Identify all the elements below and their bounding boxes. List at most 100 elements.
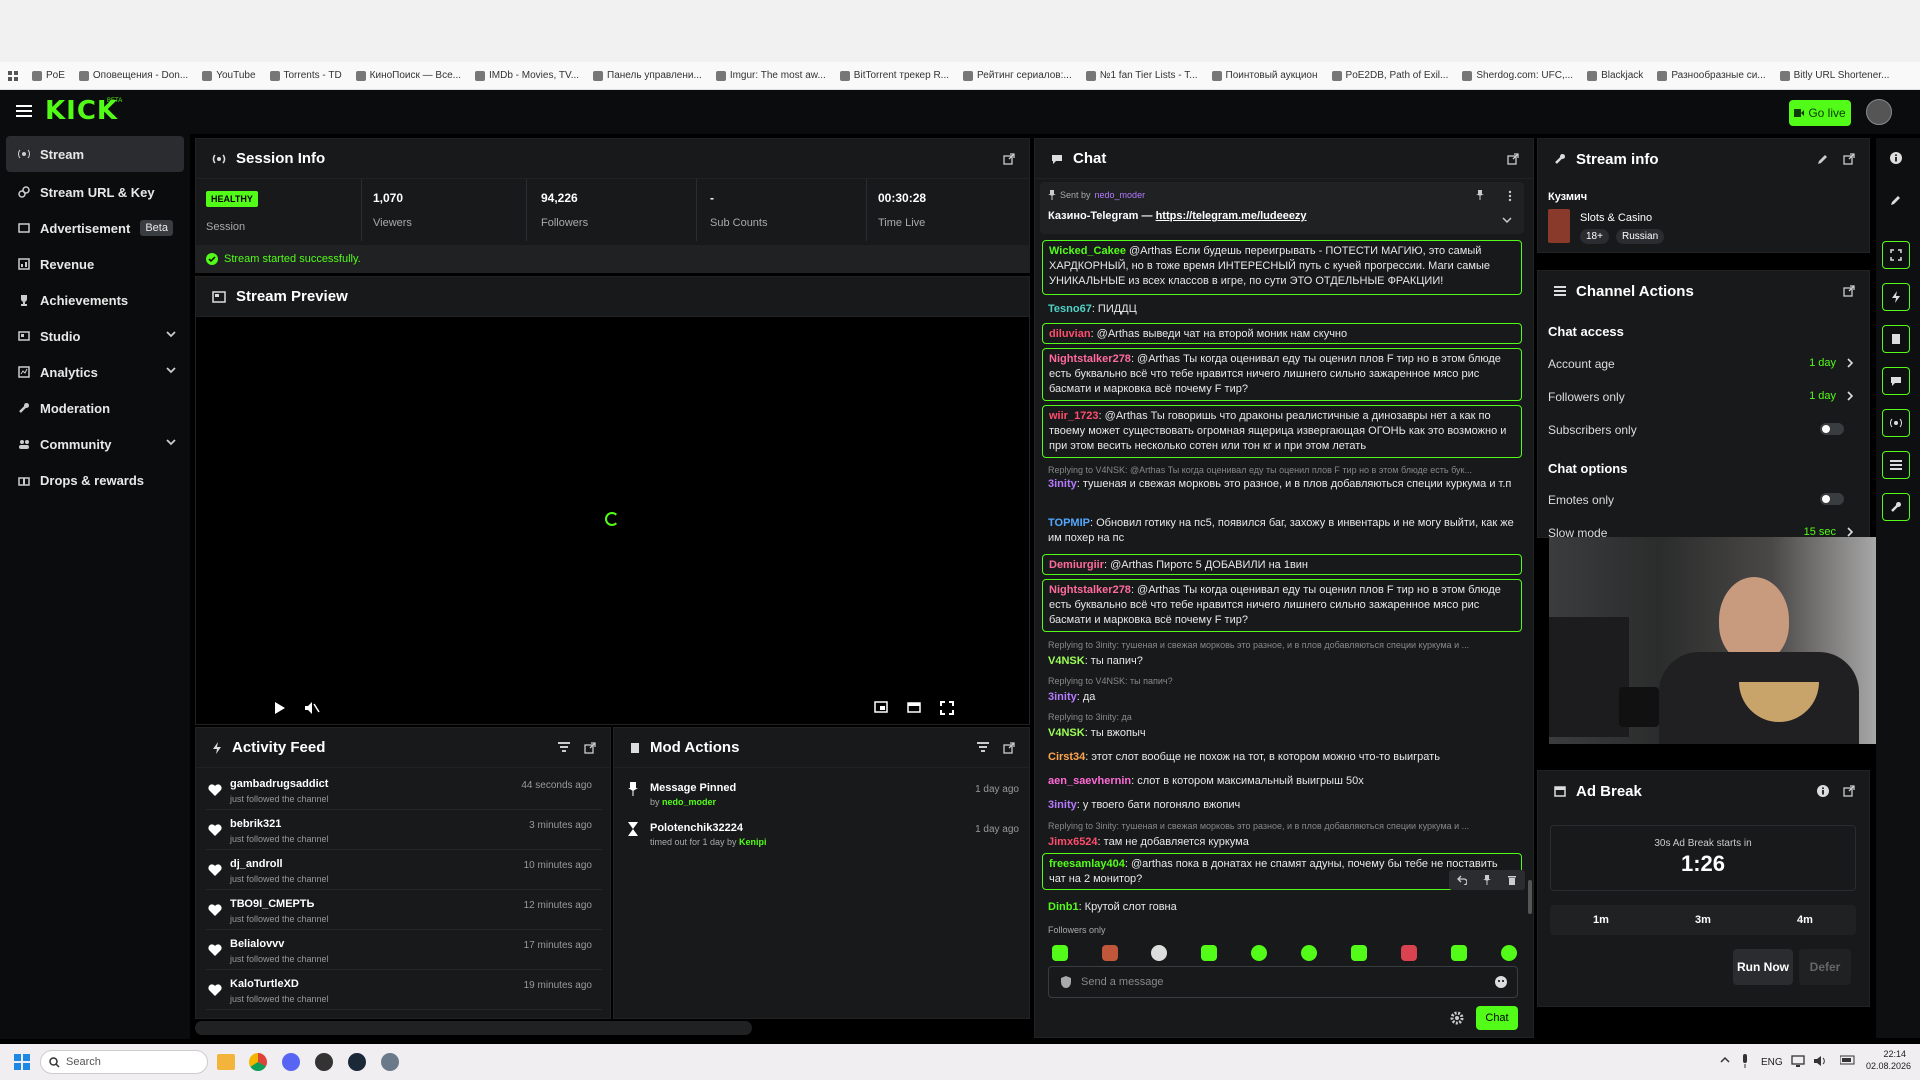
chat-message[interactable]: TOPMIP: Обновил готику на пс5, появился … [1042, 513, 1522, 549]
clock[interactable]: 22:14 02.08.2026 [1866, 1049, 1911, 1071]
sidebar-item-achievements[interactable]: Achievements [0, 282, 190, 318]
chat-input[interactable]: Send a message [1048, 966, 1518, 998]
sidebar-item-revenue[interactable]: Revenue [0, 246, 190, 282]
emote-icon[interactable] [1401, 945, 1417, 961]
popout-icon[interactable] [1843, 285, 1855, 297]
settings-gear-icon[interactable] [381, 1053, 399, 1071]
info-icon[interactable] [1890, 152, 1902, 164]
pin-icon[interactable] [1483, 875, 1491, 885]
popout-icon[interactable] [1507, 153, 1519, 165]
microphone-icon[interactable] [1741, 1054, 1749, 1068]
emote-icon[interactable] [1201, 945, 1217, 961]
defer-button[interactable]: Defer [1799, 949, 1851, 985]
theater-icon[interactable] [907, 701, 921, 713]
chat-message[interactable]: 3inity: тушеная и свежая морковь это раз… [1042, 474, 1522, 495]
chat-message[interactable]: Nightstalker278: @Arthas Ты когда оценив… [1042, 579, 1522, 632]
rail-button-stream-info[interactable] [1882, 493, 1910, 521]
chat-message[interactable]: V4NSK: ты вжопыч [1042, 723, 1522, 744]
emote-icon[interactable] [1501, 945, 1517, 961]
steam-icon[interactable] [348, 1053, 366, 1071]
emote-icon[interactable] [1151, 945, 1167, 961]
bookmark-item[interactable]: Поинтовый аукцион [1211, 70, 1318, 81]
chat-scrollbar[interactable] [1528, 880, 1532, 914]
fullscreen-icon[interactable] [940, 701, 954, 715]
sidebar-item-drops[interactable]: Drops & rewards [0, 462, 190, 498]
run-now-button[interactable]: Run Now [1733, 949, 1793, 985]
emote-icon[interactable] [1301, 945, 1317, 961]
sidebar-item-analytics[interactable]: Analytics [0, 354, 190, 390]
chrome-icon[interactable] [249, 1053, 267, 1071]
settings-gear-icon[interactable] [1450, 1011, 1464, 1025]
subscribers-only-toggle[interactable] [1820, 423, 1844, 435]
popout-icon[interactable] [1843, 153, 1855, 165]
bookmark-item[interactable]: Imgur: The most aw... [715, 70, 826, 81]
app-icon[interactable] [315, 1053, 333, 1071]
followers-only-row[interactable]: Followers only 1 day [1548, 390, 1858, 404]
bookmark-item[interactable]: PoE [32, 70, 65, 81]
emoji-icon[interactable] [1495, 976, 1507, 988]
chat-message[interactable]: Dinb1: Крутой слот говна [1042, 897, 1522, 918]
chevron-down-icon[interactable] [1502, 216, 1512, 224]
chat-message[interactable]: V4NSK: ты папич? [1042, 651, 1522, 672]
chat-message[interactable]: Wicked_Cakee @Arthas Если будешь переигр… [1042, 240, 1522, 295]
popout-icon[interactable] [1003, 742, 1015, 754]
bookmark-item[interactable]: Bitly URL Shortener... [1779, 70, 1889, 81]
edit-pencil-icon[interactable] [1817, 153, 1829, 165]
bookmark-item[interactable]: Разнообразные си... [1657, 70, 1766, 81]
bookmark-item[interactable]: PoE2DB, Path of Exil... [1331, 70, 1448, 81]
sidebar-item-community[interactable]: Community [0, 426, 190, 462]
discord-icon[interactable] [282, 1053, 300, 1071]
ad-option-4m[interactable]: 4m [1797, 914, 1813, 926]
chevron-up-icon[interactable] [1720, 1056, 1730, 1064]
sidebar-item-stream-url[interactable]: Stream URL & Key [0, 174, 190, 210]
chat-message[interactable]: Jimx6524: там не добавляется куркума [1042, 832, 1522, 853]
reply-icon[interactable] [1457, 875, 1467, 885]
chat-message[interactable]: 3inity: у твоего бати погоняло вжопич [1042, 795, 1522, 816]
keyboard-language[interactable]: ENG [1761, 1057, 1783, 1068]
horizontal-scrollbar[interactable] [195, 1021, 752, 1035]
bookmark-item[interactable]: YouTube [202, 70, 256, 81]
emote-icon[interactable] [1251, 945, 1267, 961]
bookmark-item[interactable]: КиноПоиск — Все... [355, 70, 461, 81]
volume-icon[interactable] [1813, 1055, 1827, 1067]
more-vertical-icon[interactable] [1508, 190, 1512, 202]
emote-icon[interactable] [1451, 945, 1467, 961]
bookmark-item[interactable]: IMDb - Movies, TV... [475, 70, 579, 81]
sidebar-item-studio[interactable]: Studio [0, 318, 190, 354]
bookmark-item[interactable]: Оповещения - Don... [78, 70, 188, 81]
rail-button-chat[interactable] [1882, 367, 1910, 395]
battery-icon[interactable] [1840, 1055, 1856, 1065]
popout-icon[interactable] [584, 742, 596, 754]
windows-start-icon[interactable] [14, 1054, 30, 1070]
chat-message[interactable]: Tesno67: ПИДДЦ [1042, 299, 1522, 320]
ad-option-3m[interactable]: 3m [1695, 914, 1711, 926]
file-explorer-icon[interactable] [217, 1054, 235, 1070]
popout-icon[interactable] [1003, 153, 1015, 165]
popout-icon[interactable] [1843, 785, 1855, 797]
bookmark-item[interactable]: №1 fan Tier Lists - T... [1085, 70, 1198, 81]
sidebar-item-advertisement[interactable]: Advertisement Beta [0, 210, 190, 246]
rail-button-activity[interactable] [1882, 283, 1910, 311]
menu-icon[interactable] [16, 104, 32, 118]
taskbar-search[interactable]: Search [40, 1050, 208, 1074]
sidebar-item-stream[interactable]: Stream [6, 136, 184, 172]
account-age-row[interactable]: Account age 1 day [1548, 357, 1858, 371]
chat-message[interactable]: Cirst34: этот слот вообще не похож на то… [1042, 747, 1522, 768]
pip-icon[interactable] [874, 701, 888, 713]
emote-icon[interactable] [1052, 945, 1068, 961]
chat-message[interactable]: Nightstalker278: @Arthas Ты когда оценив… [1042, 348, 1522, 401]
send-chat-button[interactable]: Chat [1476, 1006, 1518, 1030]
emote-icon[interactable] [1351, 945, 1367, 961]
unpin-icon[interactable] [1476, 190, 1484, 200]
sidebar-item-moderation[interactable]: Moderation [0, 390, 190, 426]
pinned-message[interactable]: Sent by nedo_moder Казино-Telegram — http… [1040, 182, 1524, 234]
bookmark-item[interactable]: BitTorrent трекер R... [839, 70, 949, 81]
ad-option-1m[interactable]: 1m [1593, 914, 1609, 926]
bookmark-item[interactable]: Панель управлени... [593, 70, 702, 81]
edit-pencil-icon[interactable] [1882, 186, 1910, 214]
bookmark-item[interactable]: Рейтинг сериалов:... [963, 70, 1072, 81]
rail-button-channel-actions[interactable] [1882, 451, 1910, 479]
bookmark-item[interactable]: Torrents - TD [269, 70, 342, 81]
network-icon[interactable] [1791, 1055, 1805, 1067]
chat-message[interactable]: Demiurgiir: @Arthas Пиротс 5 ДОБАВИЛИ на… [1042, 554, 1522, 575]
